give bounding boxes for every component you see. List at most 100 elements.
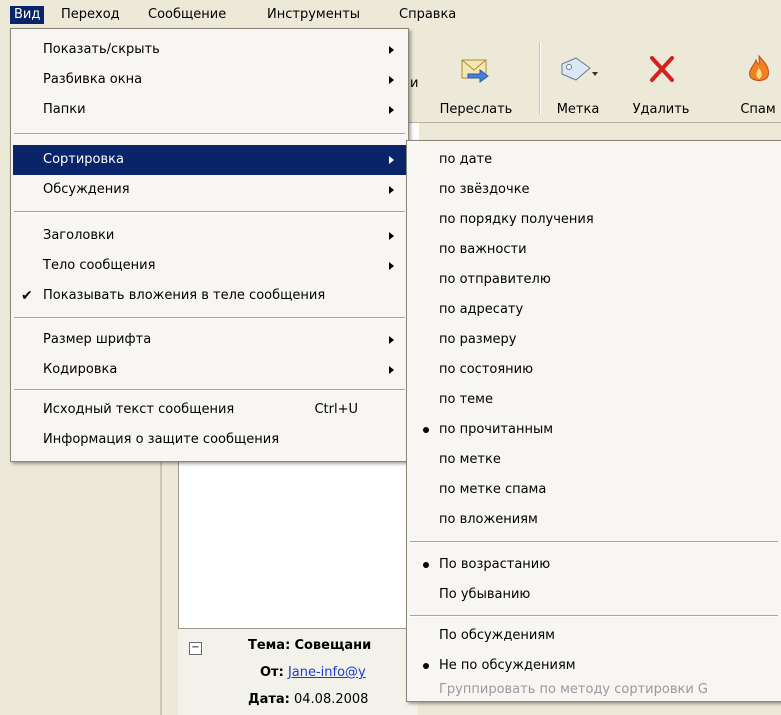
spam-icon	[746, 54, 772, 88]
from-link[interactable]: Jane-info@y	[288, 665, 366, 680]
menu-item-label: по прочитанным	[439, 422, 554, 437]
menu-item-encoding[interactable]: Кодировка	[13, 355, 406, 385]
date-label: Дата:	[248, 692, 290, 707]
menu-item-message-body[interactable]: Тело сообщения	[13, 251, 406, 281]
menu-item-show-attachments[interactable]: ✔ Показывать вложения в теле сообщения	[13, 281, 406, 311]
menu-item-label: по важности	[439, 242, 527, 257]
header-date: Дата: 04.08.2008	[248, 692, 368, 707]
sort-by-status[interactable]: по состоянию	[409, 355, 779, 385]
menu-separator	[14, 317, 405, 319]
sort-by-read[interactable]: по прочитанным	[409, 415, 779, 445]
sort-by-order-received[interactable]: по порядку получения	[409, 205, 779, 235]
sort-by-date[interactable]: по дате	[409, 145, 779, 175]
submenu-arrow-icon	[389, 76, 394, 84]
menu-separator	[14, 389, 405, 391]
menu-go[interactable]: Переход	[57, 6, 124, 24]
sort-by-tag[interactable]: по метке	[409, 445, 779, 475]
menu-item-label: По убыванию	[439, 587, 531, 602]
sort-by-sender[interactable]: по отправителю	[409, 265, 779, 295]
menu-item-view-source[interactable]: Исходный текст сообщения Ctrl+U	[13, 395, 406, 425]
menu-item-label: по метке спама	[439, 482, 547, 497]
menu-item-headers[interactable]: Заголовки	[13, 221, 406, 251]
subject-label: Тема:	[248, 638, 291, 653]
sort-submenu: по дате по звёздочке по порядку получени…	[406, 140, 781, 702]
collapse-header-icon[interactable]: −	[189, 642, 202, 655]
sort-ascending[interactable]: По возрастанию	[409, 550, 779, 580]
radio-bullet-icon	[423, 562, 429, 568]
sort-by-size[interactable]: по размеру	[409, 325, 779, 355]
menu-item-label: по отправителю	[439, 272, 551, 287]
header-subject: Тема: Совещани	[248, 638, 371, 653]
menu-separator	[410, 541, 778, 543]
menu-item-layout[interactable]: Разбивка окна	[13, 65, 406, 95]
tag-icon	[558, 54, 600, 88]
sort-by-star[interactable]: по звёздочке	[409, 175, 779, 205]
submenu-arrow-icon	[389, 46, 394, 54]
menu-item-label: Заголовки	[43, 228, 115, 243]
menu-help[interactable]: Справка	[395, 6, 460, 24]
menu-view[interactable]: Вид	[10, 6, 45, 24]
menu-item-label: по дате	[439, 152, 493, 167]
sort-by-subject[interactable]: по теме	[409, 385, 779, 415]
menu-tools[interactable]: Инструменты	[263, 6, 364, 24]
menu-item-label: Тело сообщения	[43, 258, 156, 273]
menu-item-label: по вложениям	[439, 512, 538, 527]
menu-item-label: Папки	[43, 102, 86, 117]
sort-threaded[interactable]: По обсуждениям	[409, 621, 779, 651]
delete-icon	[648, 54, 676, 88]
menu-message[interactable]: Сообщение	[144, 6, 230, 24]
submenu-arrow-icon	[389, 186, 394, 194]
menu-item-font-size[interactable]: Размер шрифта	[13, 325, 406, 355]
menu-item-label: Исходный текст сообщения	[43, 402, 235, 417]
submenu-arrow-icon	[389, 366, 394, 374]
menu-item-label: По возрастанию	[439, 557, 551, 572]
menu-item-label: Показывать вложения в теле сообщения	[43, 288, 326, 303]
menu-item-label: Сортировка	[43, 152, 124, 167]
menu-item-label: Кодировка	[43, 362, 118, 377]
subject-value: Совещани	[294, 638, 372, 653]
sort-by-junk-status[interactable]: по метке спама	[409, 475, 779, 505]
radio-bullet-icon	[423, 427, 429, 433]
toolbar: Переслать Метка Удалить Спам	[408, 28, 781, 123]
header-from: От: Jane-info@y	[260, 665, 366, 680]
sort-by-recipient[interactable]: по адресату	[409, 295, 779, 325]
menu-item-security-info[interactable]: Информация о защите сообщения	[13, 425, 406, 455]
menu-item-label: по адресату	[439, 302, 524, 317]
menu-item-label: Группировать по методу сортировки G	[439, 682, 709, 697]
menu-item-label: по метке	[439, 452, 501, 467]
sort-descending[interactable]: По убыванию	[409, 580, 779, 610]
submenu-arrow-icon	[389, 232, 394, 240]
sort-by-priority[interactable]: по важности	[409, 235, 779, 265]
menu-item-label: Размер шрифта	[43, 332, 152, 347]
menu-item-label: по звёздочке	[439, 182, 530, 197]
forward-icon	[460, 54, 492, 88]
menu-item-sort[interactable]: Сортировка	[13, 145, 406, 175]
submenu-arrow-icon	[389, 106, 394, 114]
submenu-arrow-icon	[389, 336, 394, 344]
group-by-sort: Группировать по методу сортировки G	[409, 675, 779, 705]
radio-bullet-icon	[423, 663, 429, 669]
menu-item-label: Информация о защите сообщения	[43, 432, 280, 447]
menu-item-label: по состоянию	[439, 362, 534, 377]
menu-item-threads[interactable]: Обсуждения	[13, 175, 406, 205]
menu-item-show-hide[interactable]: Показать/скрыть	[13, 35, 406, 65]
view-menu: Показать/скрыть Разбивка окна Папки Сорт…	[10, 28, 409, 462]
menu-separator	[14, 211, 405, 213]
checkmark-icon: ✔	[21, 288, 33, 304]
menu-separator	[410, 615, 778, 617]
menu-item-label: по размеру	[439, 332, 517, 347]
menu-item-label: Обсуждения	[43, 182, 130, 197]
submenu-arrow-icon	[389, 156, 394, 164]
forward-label: Переслать	[439, 102, 513, 117]
spam-label: Спам	[740, 102, 776, 117]
menu-item-label: по теме	[439, 392, 493, 407]
menu-item-label: Показать/скрыть	[43, 42, 160, 57]
toolbar-partial-label: и	[410, 76, 419, 91]
date-value: 04.08.2008	[294, 692, 369, 707]
menu-separator	[14, 133, 405, 135]
sort-by-attachments[interactable]: по вложениям	[409, 505, 779, 535]
tag-label: Метка	[556, 102, 600, 117]
menu-item-label: Разбивка окна	[43, 72, 143, 87]
menu-item-folders[interactable]: Папки	[13, 95, 406, 125]
delete-label: Удалить	[632, 102, 690, 117]
